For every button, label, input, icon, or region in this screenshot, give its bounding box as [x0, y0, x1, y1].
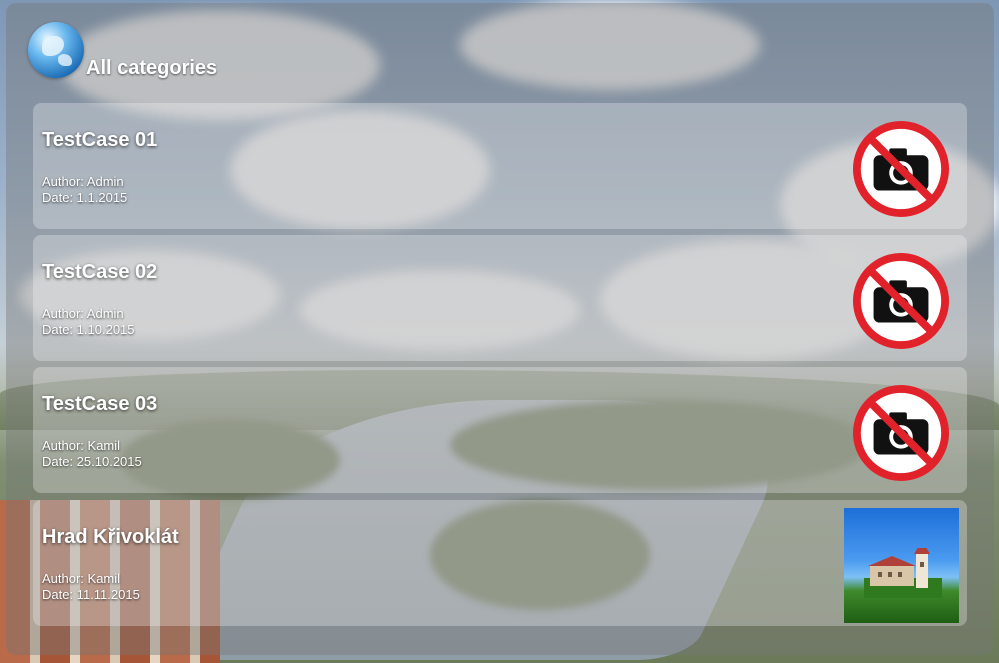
globe-icon [28, 22, 84, 78]
category-card[interactable]: TestCase 02 Author: Admin Date: 1.10.201… [33, 235, 967, 361]
page-title: All categories [86, 57, 218, 79]
card-meta: Author: Admin Date: 1.1.2015 [42, 174, 127, 206]
card-title: TestCase 01 [42, 129, 158, 151]
card-date: Date: 25.10.2015 [42, 454, 142, 469]
category-card[interactable]: TestCase 01 Author: Admin Date: 1.1.2015 [33, 103, 967, 229]
card-date: Date: 1.1.2015 [42, 190, 128, 205]
castle-image [864, 548, 942, 598]
category-card[interactable]: TestCase 03 Author: Kamil Date: 25.10.20… [33, 367, 967, 493]
category-card[interactable]: Hrad Křivoklát Author: Kamil Date: 11.11… [33, 500, 967, 626]
card-title: Hrad Křivoklát [42, 526, 179, 548]
castle-thumbnail [844, 508, 959, 623]
card-title: TestCase 02 [42, 261, 158, 283]
card-meta: Author: Kamil Date: 11.11.2015 [42, 571, 140, 603]
card-title: TestCase 03 [42, 393, 158, 415]
card-author: Author: Admin [42, 174, 124, 189]
no-photo-icon [852, 252, 950, 350]
no-photo-icon [852, 120, 950, 218]
card-date: Date: 1.10.2015 [42, 322, 135, 337]
card-date: Date: 11.11.2015 [42, 587, 140, 602]
page-header: All categories [28, 22, 218, 79]
card-meta: Author: Kamil Date: 25.10.2015 [42, 438, 142, 470]
card-meta: Author: Admin Date: 1.10.2015 [42, 306, 135, 338]
card-author: Author: Admin [42, 306, 124, 321]
card-author: Author: Kamil [42, 571, 121, 586]
no-photo-icon [852, 384, 950, 482]
card-author: Author: Kamil [42, 438, 121, 453]
